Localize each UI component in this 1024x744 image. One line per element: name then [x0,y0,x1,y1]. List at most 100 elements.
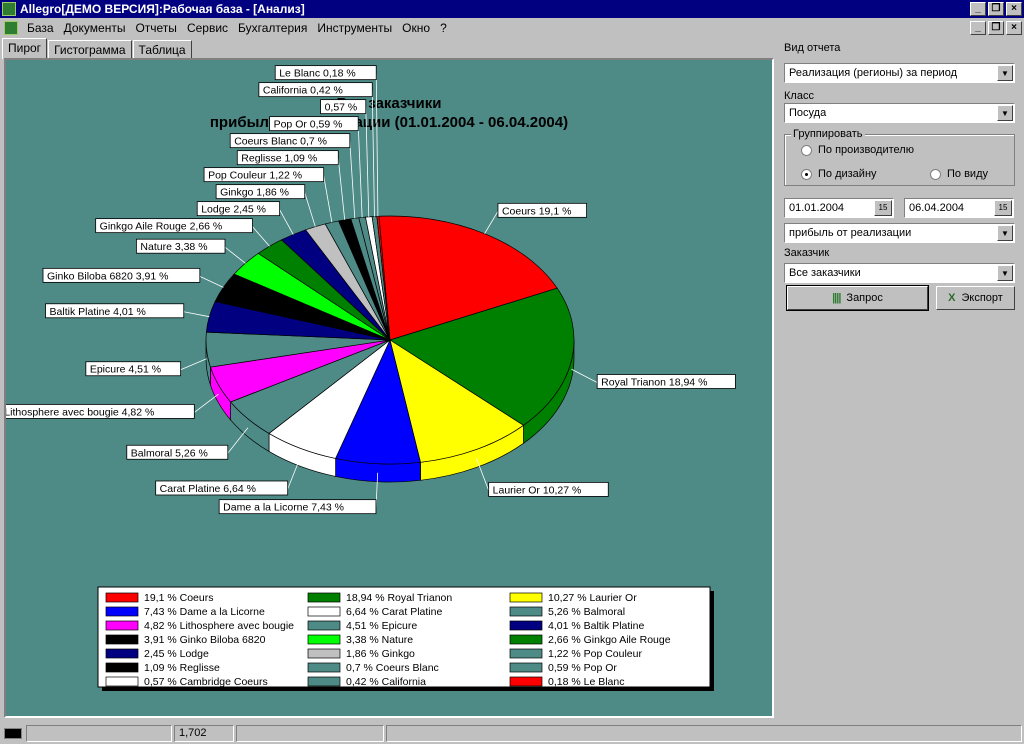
menu-base[interactable]: База [22,21,59,35]
export-button[interactable]: X Экспорт [936,286,1015,310]
report-type-select[interactable]: Реализация (регионы) за период ▼ [784,63,1015,83]
legend-entry: 1,86 % Ginkgo [346,648,415,660]
radio-dot[interactable] [930,168,941,180]
chevron-down-icon[interactable]: ▼ [997,265,1013,281]
pie-label: Lithosphere avec bougie 4,82 % [6,406,154,418]
pie-top [205,215,575,465]
measure-select[interactable]: прибыль от реализации ▼ [784,223,1015,243]
class-label: Класс [784,90,814,102]
child-restore-button[interactable]: ❐ [988,20,1004,35]
legend-swatch-royal-trianon [307,592,341,603]
excel-icon: X [948,292,956,304]
leader-line [349,141,356,219]
leader-line [180,358,207,371]
leader-line [194,393,219,413]
radio-label: По дизайну [818,168,877,180]
customer-value: Все заказчики [789,267,861,279]
class-value: Посуда [789,107,827,119]
leader-line [199,276,224,288]
calendar-icon[interactable]: 15 [994,200,1012,216]
legend-entry: 18,94 % Royal Trianon [346,592,452,604]
restore-button[interactable]: ❐ [988,2,1004,16]
pie-label: California 0,42 % [263,85,343,97]
leader-line [571,368,598,383]
chevron-down-icon[interactable]: ▼ [997,65,1013,81]
status-cell [26,724,172,742]
legend-entry: 0,42 % California [346,676,426,688]
group-by-box: Группировать По производителю По дизайну… [784,128,1015,186]
class-select[interactable]: Посуда ▼ [784,103,1015,123]
legend-entry: 0,7 % Coeurs Blanc [346,662,439,674]
chevron-down-icon[interactable]: ▼ [997,225,1013,241]
chevron-down-icon[interactable]: ▼ [997,105,1013,121]
leader-line [304,192,316,227]
date-to-field[interactable]: 06.04.2004 15 [904,198,1014,218]
child-minimize-button[interactable]: _ [970,20,986,35]
radio-by-type[interactable]: По виду [930,168,988,180]
date-from-value: 01.01.2004 [789,202,845,214]
legend-entry: 0,59 % Pop Or [548,662,617,674]
legend-swatch-coeurs-blanc [307,662,341,673]
minimize-button[interactable]: _ [970,2,986,16]
tab-histogram[interactable]: Гистограмма [48,40,132,59]
legend-swatch-le-blanc [509,676,543,687]
window-titlebar: Allegro[ДЕМО ВЕРСИЯ]:Рабочая база - [Ана… [0,0,1024,18]
legend-entry: 2,45 % Lodge [144,648,209,660]
window-title: Allegro[ДЕМО ВЕРСИЯ]:Рабочая база - [Ана… [20,2,305,16]
menu-help[interactable]: ? [435,21,452,35]
tab-pie[interactable]: Пирог [2,38,48,59]
measure-value: прибыль от реализации [789,227,912,239]
menu-window[interactable]: Окно [397,21,435,35]
chart-subtitle: прибыль от реализации (01.01.2004 - 06.0… [210,114,568,131]
query-button[interactable]: |||| Запрос [786,285,929,311]
legend-entry: 5,26 % Balmoral [548,606,625,618]
status-bar: 1,702 [0,722,1024,744]
legend-entry: 0,57 % Cambridge Coeurs [144,676,268,688]
radio-label: По производителю [818,144,914,156]
legend-entry: 6,64 % Carat Platine [346,606,442,618]
legend-swatch-ginkgo-aile-rouge [509,634,543,645]
leader-line [323,175,333,223]
radio-dot[interactable] [801,144,812,156]
pie-label: Nature 3,38 % [140,241,207,253]
legend-swatch-coeurs [105,592,139,603]
legend-swatch-pop-couleur [509,648,543,659]
pie-label: Epicure 4,51 % [90,364,161,376]
legend-swatch-dame-a-la-licorne [105,606,139,617]
menu-accounting[interactable]: Бухгалтерия [233,21,312,35]
customer-select[interactable]: Все заказчики ▼ [784,263,1015,283]
document-icon[interactable] [4,20,18,35]
date-from-field[interactable]: 01.01.2004 15 [784,198,894,218]
menu-tools[interactable]: Инструменты [312,21,397,35]
tab-table[interactable]: Таблица [132,40,192,59]
legend-entry: 7,43 % Dame a la Licorne [144,606,265,618]
export-button-label: Экспорт [961,292,1003,304]
status-cell [236,724,384,742]
close-button[interactable]: × [1006,2,1022,16]
leader-line [484,211,499,234]
calendar-icon[interactable]: 15 [874,200,892,216]
radio-by-design[interactable]: По дизайну [801,168,877,180]
legend-entry: 4,51 % Epicure [346,620,417,632]
leader-line [224,246,246,264]
pie-label: Dame a la Licorne 7,43 % [223,502,344,514]
group-by-label: Группировать [791,128,865,140]
legend-swatch-ginkgo [307,648,341,659]
pie-label: Lodge 2,45 % [201,204,266,216]
legend-swatch-lithosphere-avec-bougie [105,620,139,631]
radio-dot-selected[interactable] [801,168,812,180]
legend-entry: 1,09 % Reglisse [144,662,220,674]
pie-label: Balmoral 5,26 % [131,447,208,459]
legend-entry: 4,01 % Baltik Platine [548,620,644,632]
legend-swatch-pop-or [509,662,543,673]
radio-by-manufacturer[interactable]: По производителю [801,144,914,156]
pie-label: Le Blanc 0,18 % [279,68,355,80]
child-close-button[interactable]: × [1006,20,1022,35]
menu-reports[interactable]: Отчеты [130,21,181,35]
menu-documents[interactable]: Документы [59,21,131,35]
legend-entry: 19,1 % Coeurs [144,592,213,604]
menu-service[interactable]: Сервис [182,21,233,35]
legend-entry: 4,82 % Lithosphere avec bougie [144,620,294,632]
pie-label: Coeurs 19,1 % [502,205,571,217]
legend-entry: 3,91 % Ginko Biloba 6820 [144,634,266,646]
